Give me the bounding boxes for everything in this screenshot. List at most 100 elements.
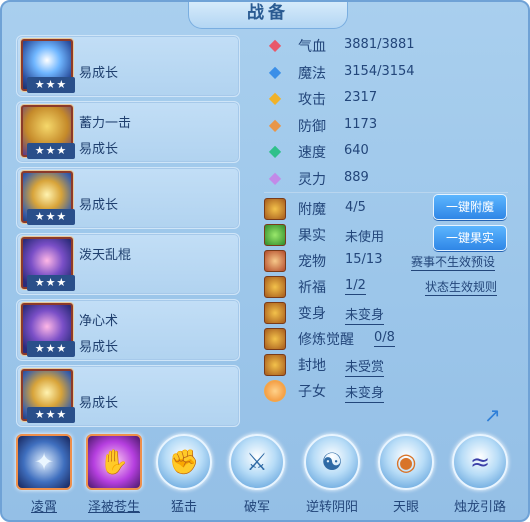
heart-icon: ◆ xyxy=(268,35,282,54)
stat-row-defense: ◆ 防御 1173 xyxy=(264,112,514,139)
skill-growth: 易成长 xyxy=(79,66,119,81)
skill-name: 净心术 xyxy=(79,314,119,329)
skill-row[interactable]: ★★★ 泼天乱棍 xyxy=(16,233,240,295)
skill-row[interactable]: ★★★ 易成长 xyxy=(16,35,240,97)
attr-value: 4/5 xyxy=(345,200,366,215)
bottom-skill-label: 猛击 xyxy=(170,500,197,515)
bottom-skill[interactable]: ≈ 烛龙引路 xyxy=(450,434,510,515)
yinyang-icon[interactable]: ☯ xyxy=(304,434,360,490)
skill-row[interactable]: ★★★ 易成长 xyxy=(16,167,240,229)
skill-row[interactable]: ★★★ 易成长 xyxy=(16,365,240,427)
enchant-icon xyxy=(264,198,286,220)
attr-label: 祈福 xyxy=(298,280,326,296)
attr-row-fief: 封地 未受赏 xyxy=(264,352,514,378)
lightning-icon: ◆ xyxy=(268,141,282,160)
stat-value: 3881/3881 xyxy=(344,37,415,52)
event-preset-link[interactable]: 赛事不生效预设 xyxy=(411,253,496,271)
fief-icon xyxy=(264,354,286,376)
shield-icon: ◆ xyxy=(268,114,282,134)
children-icon xyxy=(264,380,286,402)
star-rating: ★★★ xyxy=(27,77,75,93)
attr-label: 封地 xyxy=(298,358,326,374)
dragon-icon[interactable]: ≈ xyxy=(452,434,508,490)
title-bar: 战备 xyxy=(188,2,348,29)
skill-row[interactable]: ★★★ 净心术 易成长 xyxy=(16,299,240,361)
bottom-skill[interactable]: ✊ 猛击 xyxy=(154,434,214,515)
fist-icon[interactable]: ✊ xyxy=(156,434,212,490)
skill-growth: 易成长 xyxy=(79,198,119,213)
diamond-icon: ◆ xyxy=(268,61,282,81)
attr-row-cultivation: 修炼觉醒 0/8 xyxy=(264,326,514,352)
attr-label: 变身 xyxy=(298,306,326,322)
attr-label: 子女 xyxy=(298,384,326,400)
attr-value-link[interactable]: 未变身 xyxy=(345,304,385,325)
star-rating: ★★★ xyxy=(27,209,75,225)
attr-label: 修炼觉醒 xyxy=(298,332,354,348)
one-click-enchant-button[interactable]: 一键附魔 xyxy=(433,194,507,220)
one-click-fruit-button[interactable]: 一键果实 xyxy=(433,225,507,251)
attr-value: 未使用 xyxy=(345,230,385,245)
star-rating: ★★★ xyxy=(27,407,75,423)
stat-row-hp: ◆ 气血 3881/3881 xyxy=(264,32,514,59)
attr-row-transform: 变身 未变身 xyxy=(264,300,514,326)
attr-label: 果实 xyxy=(298,228,326,244)
skill-growth: 易成长 xyxy=(79,142,119,157)
attr-label: 宠物 xyxy=(298,254,326,270)
skill-name: 蓄力一击 xyxy=(79,116,132,131)
stat-row-mp: ◆ 魔法 3154/3154 xyxy=(264,59,514,86)
bottom-skill-label: 凌霄 xyxy=(30,500,57,515)
skill-icon[interactable]: ★★★ xyxy=(21,237,75,291)
status-rules-link[interactable]: 状态生效规则 xyxy=(425,278,498,296)
attr-value: 15/13 xyxy=(345,252,383,267)
attr-value-link[interactable]: 未变身 xyxy=(345,382,385,403)
bottom-skill[interactable]: ☯ 逆转阴阳 xyxy=(302,434,362,515)
bottom-skill[interactable]: ✋ 泽被苍生 xyxy=(84,434,144,515)
stat-value: 3154/3154 xyxy=(344,63,415,79)
attr-value-link[interactable]: 0/8 xyxy=(374,330,395,347)
stat-label: 攻击 xyxy=(298,92,326,108)
battle-prep-panel: 战备 ★★★ 易成长 ★★★ 蓄力一击 易成长 ★★★ 易成长 ★★★ 泼天乱棍… xyxy=(0,0,530,522)
sword-icon: ◆ xyxy=(268,88,282,107)
stat-row-spirit: ◆ 灵力 889 xyxy=(264,165,514,192)
lingxiao-icon[interactable]: ✦ xyxy=(16,434,72,490)
page-title: 战备 xyxy=(247,3,289,23)
stat-label: 防御 xyxy=(298,118,326,135)
stat-label: 气血 xyxy=(298,39,326,55)
break-army-icon[interactable]: ⚔ xyxy=(229,434,285,490)
skill-growth: 易成长 xyxy=(79,396,119,411)
attr-value-link[interactable]: 未受赏 xyxy=(345,356,385,377)
bottom-skill[interactable]: ◉ 天眼 xyxy=(376,434,436,515)
stat-label: 魔法 xyxy=(298,65,326,82)
attr-value-link[interactable]: 1/2 xyxy=(345,278,366,295)
stats-list: ◆ 气血 3881/3881 ◆ 魔法 3154/3154 ◆ 攻击 2317 … xyxy=(264,32,514,191)
skill-icon[interactable]: ★★★ xyxy=(21,369,75,423)
bottom-skill[interactable]: ⚔ 破军 xyxy=(227,434,287,515)
eye-icon[interactable]: ◉ xyxy=(378,434,434,490)
skill-icon[interactable]: ★★★ xyxy=(21,171,75,225)
skill-name: 泼天乱棍 xyxy=(79,248,132,263)
bottom-skill-label: 烛龙引路 xyxy=(453,500,506,515)
share-icon[interactable]: ↗ xyxy=(484,404,510,426)
skill-icon[interactable]: ★★★ xyxy=(21,303,75,357)
stat-value: 1173 xyxy=(344,116,378,132)
stat-row-speed: ◆ 速度 640 xyxy=(264,138,514,165)
zebei-icon[interactable]: ✋ xyxy=(86,434,142,490)
skill-growth: 易成长 xyxy=(79,340,119,355)
skill-icon[interactable]: ★★★ xyxy=(21,105,75,159)
stat-value: 640 xyxy=(344,143,369,158)
blessing-icon xyxy=(264,276,286,298)
bottom-skill-label: 逆转阴阳 xyxy=(305,500,358,515)
bottom-skill-label: 泽被苍生 xyxy=(87,500,140,515)
star-rating: ★★★ xyxy=(27,341,75,357)
bottom-skill-bar: ✦ 凌霄 ✋ 泽被苍生 ✊ 猛击 ⚔ 破军 ☯ 逆转阴阳 ◉ 天眼 ≈ 烛龙引路 xyxy=(2,434,528,520)
skill-list: ★★★ 易成长 ★★★ 蓄力一击 易成长 ★★★ 易成长 ★★★ 泼天乱棍 ★★… xyxy=(16,35,240,431)
star-rating: ★★★ xyxy=(27,143,75,159)
skill-row[interactable]: ★★★ 蓄力一击 易成长 xyxy=(16,101,240,163)
attr-label: 附魔 xyxy=(298,202,326,218)
bottom-skill[interactable]: ✦ 凌霄 xyxy=(14,434,74,515)
stat-row-attack: ◆ 攻击 2317 xyxy=(264,85,514,112)
cultivation-icon xyxy=(264,328,286,350)
stat-label: 速度 xyxy=(298,145,326,161)
stat-label: 灵力 xyxy=(298,171,326,188)
skill-icon[interactable]: ★★★ xyxy=(21,39,75,93)
